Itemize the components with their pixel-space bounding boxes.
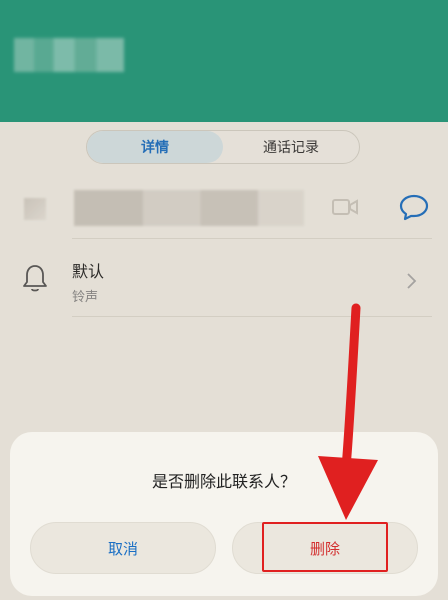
red-arrow-annotation	[318, 303, 378, 520]
contact-detail-screen: 详情 通话记录 默认 铃声 是否删除此联系人？ 取消 删除	[0, 0, 448, 600]
cancel-button[interactable]: 取消	[30, 522, 216, 574]
